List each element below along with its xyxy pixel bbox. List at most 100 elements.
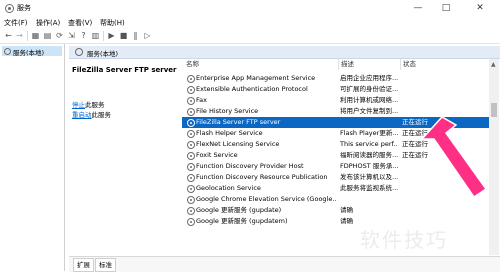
service-gear-icon: [187, 141, 195, 149]
menu-view[interactable]: 查看(V): [68, 18, 92, 28]
service-name: Function Discovery Resource Publication: [196, 173, 328, 181]
service-gear-icon: [187, 152, 195, 160]
service-name: Fax: [196, 96, 207, 104]
scroll-up-icon[interactable]: ▲: [491, 61, 496, 68]
restart-link-text[interactable]: 重启动: [72, 111, 92, 119]
window-title: 服务: [17, 4, 31, 12]
service-description: 请确: [340, 206, 353, 214]
stop-link-text[interactable]: 停止: [72, 101, 85, 109]
properties-icon[interactable]: ▤: [43, 31, 52, 40]
service-name: FlexNet Licensing Service: [196, 140, 280, 148]
service-description: [340, 194, 398, 205]
service-description: FDPHOST 服务承...: [340, 162, 398, 170]
tree-item-services-local[interactable]: 服务(本地): [2, 46, 62, 57]
service-name: Enterprise App Management Service: [196, 74, 316, 82]
show-hide-icon[interactable]: ▥: [91, 31, 100, 40]
service-description: 发布该计算机以及...: [340, 173, 398, 181]
stop-icon[interactable]: ■: [119, 31, 128, 40]
services-gear-icon: [5, 4, 14, 13]
table-row[interactable]: Enterprise App Management Service 启用企业应用…: [182, 73, 489, 84]
export-icon[interactable]: ⇲: [67, 31, 76, 40]
tab-standard[interactable]: 标准: [95, 258, 116, 272]
service-gear-icon: [187, 218, 195, 226]
maximize-button[interactable]: □: [432, 0, 460, 16]
service-name: Geolocation Service: [196, 184, 261, 192]
selected-service-name: FileZilla Server FTP server: [72, 66, 177, 74]
column-header-description[interactable]: 描述: [338, 59, 401, 70]
table-row[interactable]: Fax 利用计算机或网络...: [182, 95, 489, 106]
stop-service-link[interactable]: 停止此服务: [72, 99, 105, 109]
service-name: Google 更新服务 (gupdate): [196, 206, 282, 214]
menu-action[interactable]: 操作(A): [36, 18, 60, 28]
toolbar: ← → ▦ ▤ ⟳ ⇲ ? ▥ ▶ ■ ‖ ▷: [0, 29, 500, 44]
service-name: File History Service: [196, 107, 259, 115]
toolbar-separator: [103, 31, 104, 41]
menu-file[interactable]: 文件(F): [4, 18, 28, 28]
view-tabs: 扩展 标准: [69, 256, 500, 272]
services-gear-icon: [4, 48, 11, 55]
watermark: 软件技巧: [360, 228, 448, 252]
service-name: Extensible Authentication Protocol: [196, 85, 308, 93]
table-row[interactable]: Google 更新服务 (gupdate) 请确: [182, 205, 489, 216]
help-icon[interactable]: ?: [79, 31, 88, 40]
service-name: Flash Helper Service: [196, 129, 263, 137]
title-bar: 服务 — □ ✕: [0, 0, 500, 17]
service-status: [402, 73, 462, 84]
toolbar-separator: [27, 31, 28, 41]
pane-header-label: 服务(本地): [87, 50, 119, 58]
pointer-arrow-icon: [420, 116, 488, 199]
service-description: 利用计算机或网络...: [340, 96, 398, 104]
minimize-button[interactable]: —: [404, 0, 432, 16]
restart-link-suffix: 此服务: [91, 111, 112, 119]
service-description: 启用企业应用程序...: [340, 74, 398, 82]
service-status: [402, 95, 462, 106]
column-header-status[interactable]: 状态: [400, 59, 463, 70]
service-gear-icon: [187, 86, 195, 94]
console-tree: 服务(本地): [0, 44, 65, 271]
service-gear-icon: [187, 185, 195, 193]
service-description: This service perf...: [340, 140, 398, 148]
services-window: 服务 — □ ✕ 文件(F) 操作(A) 查看(V) 帮助(H) ← → ▦ ▤…: [0, 0, 500, 272]
tab-extended[interactable]: 扩展: [73, 258, 94, 272]
service-gear-icon: [187, 75, 195, 83]
pause-icon[interactable]: ‖: [131, 31, 140, 40]
services-gear-icon: [75, 48, 83, 56]
service-gear-icon: [187, 119, 195, 127]
service-description: 此服务将监视系统...: [340, 184, 398, 192]
service-description: Flash Player更新...: [340, 129, 398, 137]
close-button[interactable]: ✕: [460, 0, 500, 16]
service-details: FileZilla Server FTP server 停止此服务 重启动此服务: [69, 59, 179, 255]
restart-icon[interactable]: ▷: [143, 31, 152, 40]
restart-service-link[interactable]: 重启动此服务: [72, 109, 111, 119]
service-gear-icon: [187, 130, 195, 138]
service-description: 将用户文件复制到...: [340, 107, 398, 115]
service-gear-icon: [187, 108, 195, 116]
start-icon[interactable]: ▶: [107, 31, 116, 40]
tree-item-label: 服务(本地): [13, 49, 45, 57]
service-gear-icon: [187, 97, 195, 105]
refresh-icon[interactable]: ⟳: [55, 31, 64, 40]
back-icon[interactable]: ←: [4, 31, 13, 40]
service-gear-icon: [187, 163, 195, 171]
service-name: Foxit Service: [196, 151, 238, 159]
table-row[interactable]: Extensible Authentication Protocol 可扩展的身…: [182, 84, 489, 95]
forward-icon[interactable]: →: [15, 31, 24, 40]
stop-link-suffix: 此服务: [85, 101, 105, 109]
column-header-name[interactable]: 名称: [186, 59, 336, 70]
menu-help[interactable]: 帮助(H): [100, 18, 125, 28]
service-description: 可扩展的身份验证...: [340, 85, 398, 93]
service-gear-icon: [187, 207, 195, 215]
console-tree-icon[interactable]: ▦: [31, 31, 40, 40]
service-name: Function Discovery Provider Host: [196, 162, 304, 170]
service-description: [340, 117, 398, 128]
service-gear-icon: [187, 174, 195, 182]
service-gear-icon: [187, 196, 195, 204]
service-status: [402, 84, 462, 95]
service-description: 福昕阅读器的服务...: [340, 151, 398, 159]
service-name: Google 更新服务 (gupdatem): [196, 217, 288, 225]
service-status: [402, 205, 462, 216]
menu-bar: 文件(F) 操作(A) 查看(V) 帮助(H): [0, 16, 500, 29]
service-name: FileZilla Server FTP server: [196, 118, 281, 126]
pane-header: 服务(本地): [69, 46, 500, 59]
service-name: Google Chrome Elevation Service (Google.…: [196, 195, 336, 203]
